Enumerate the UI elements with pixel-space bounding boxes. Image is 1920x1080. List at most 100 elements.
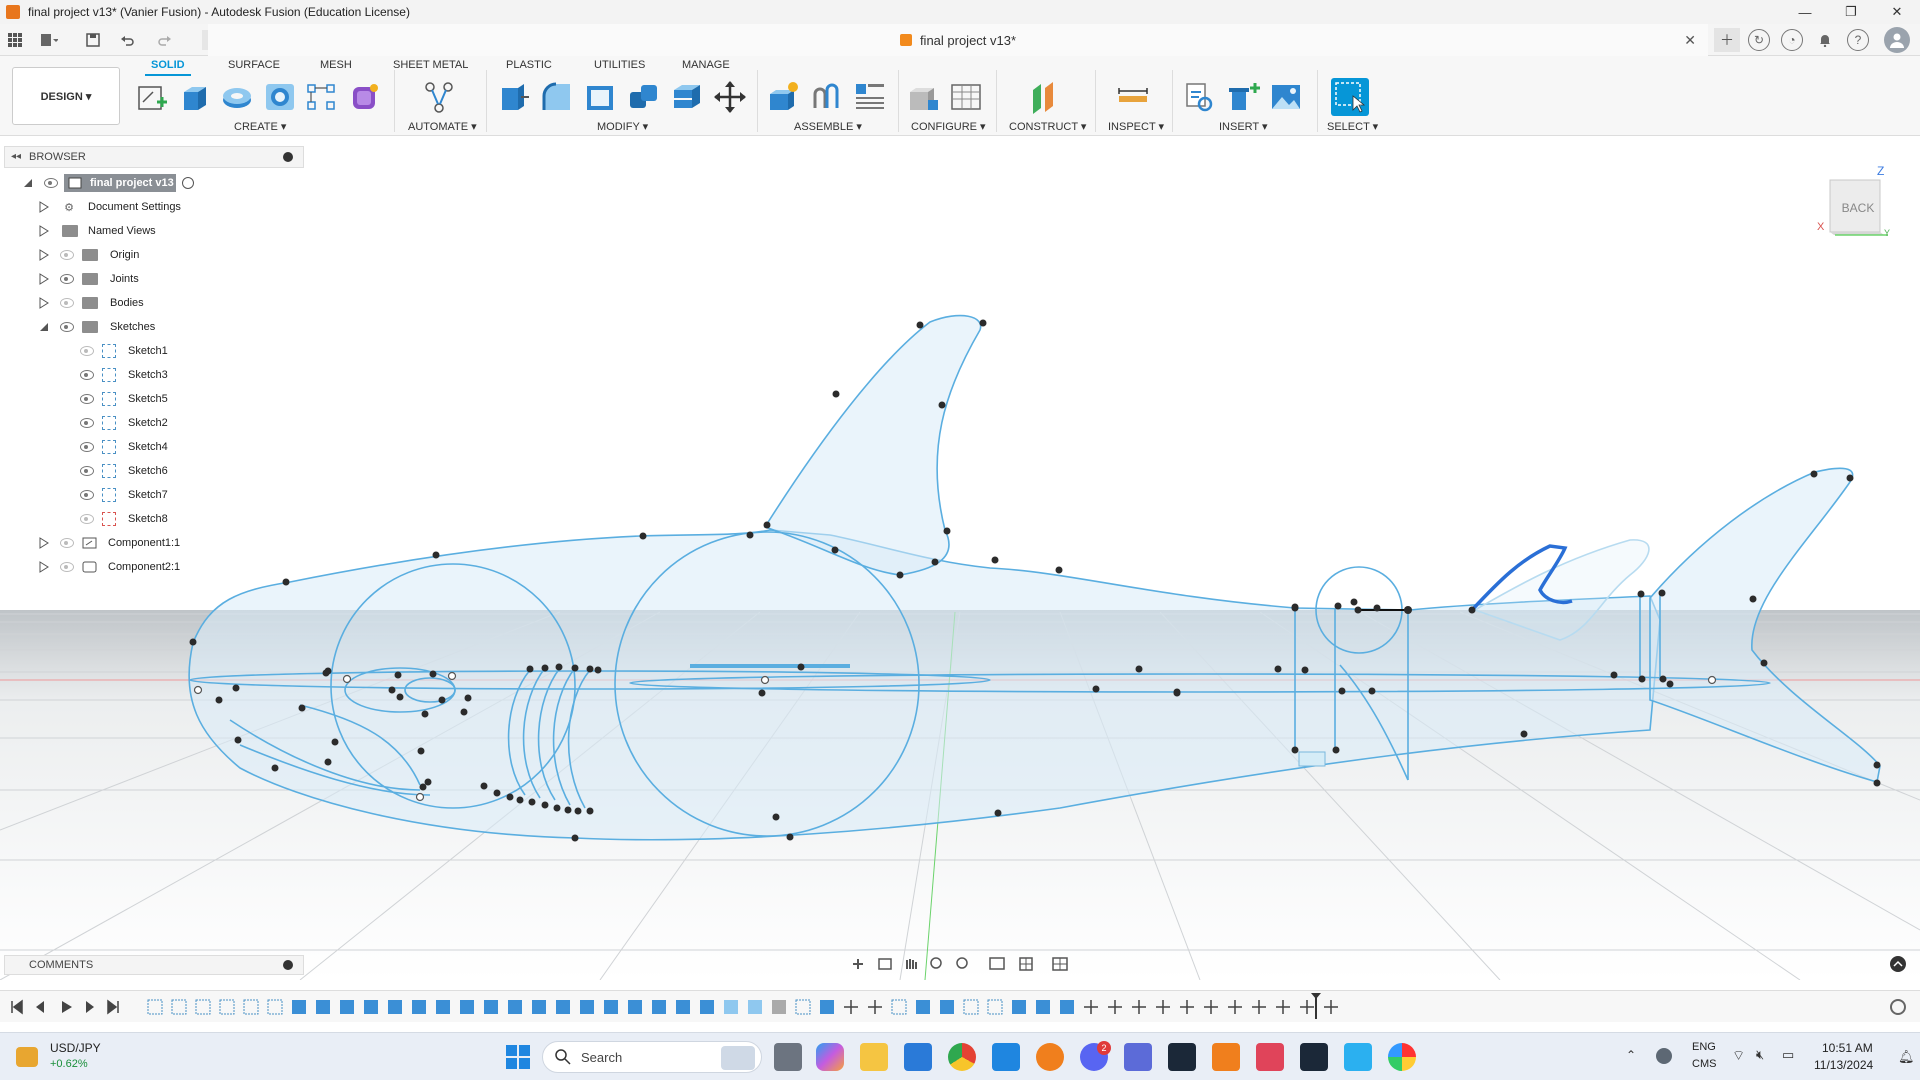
browser-item-sketch8[interactable]: Sketch8 bbox=[80, 509, 168, 529]
visibility-eye-icon[interactable] bbox=[60, 322, 74, 332]
timeline-feature-extrude[interactable] bbox=[532, 1000, 546, 1014]
minimize-button[interactable]: — bbox=[1782, 0, 1828, 24]
hidden-eye-icon[interactable] bbox=[80, 514, 94, 524]
save-icon[interactable] bbox=[82, 30, 104, 50]
comments-panel[interactable]: COMMENTS bbox=[4, 955, 304, 975]
browser-root-row[interactable]: final project v13 bbox=[22, 173, 194, 193]
bill-of-materials-icon[interactable] bbox=[852, 80, 886, 114]
combine-icon[interactable] bbox=[627, 80, 661, 114]
timeline-feature-sketch[interactable] bbox=[795, 999, 811, 1015]
root-component[interactable]: final project v13 bbox=[64, 174, 176, 192]
timeline-settings-gear-icon[interactable] bbox=[1890, 999, 1906, 1015]
tray-overflow-icon[interactable]: ⌃ bbox=[1626, 1048, 1636, 1062]
move-icon[interactable] bbox=[713, 80, 747, 114]
insert-mcmaster-icon[interactable] bbox=[1226, 80, 1260, 114]
collapsed-triangle-icon[interactable] bbox=[38, 297, 50, 309]
new-tab-icon[interactable]: ＋ bbox=[1714, 28, 1740, 52]
taskbar-search[interactable]: Search bbox=[542, 1041, 762, 1073]
maximize-button[interactable]: ❐ bbox=[1828, 0, 1874, 24]
timeline-features[interactable] bbox=[147, 999, 1338, 1015]
visibility-eye-icon[interactable] bbox=[60, 274, 74, 284]
close-window-button[interactable]: ✕ bbox=[1874, 0, 1920, 24]
visibility-eye-icon[interactable] bbox=[80, 418, 94, 428]
timeline-feature-sketch[interactable] bbox=[963, 999, 979, 1015]
new-component-icon[interactable] bbox=[766, 80, 800, 114]
file-menu-icon[interactable] bbox=[38, 30, 60, 50]
chrome-icon[interactable] bbox=[948, 1043, 976, 1071]
configure-icon[interactable] bbox=[906, 80, 940, 114]
job-status-icon[interactable]: ◔ bbox=[1781, 29, 1803, 51]
insert-derive-icon[interactable] bbox=[1183, 80, 1217, 114]
notification-bell-icon[interactable]: 🔔︎ bbox=[1898, 1049, 1915, 1065]
hidden-eye-icon[interactable] bbox=[60, 250, 74, 260]
browser-item-origin[interactable]: Origin bbox=[38, 245, 139, 265]
assemble-menu[interactable]: ASSEMBLE ▾ bbox=[794, 120, 862, 133]
browser-item-sketches[interactable]: Sketches bbox=[38, 317, 155, 337]
browser-item-sketch5[interactable]: Sketch5 bbox=[80, 389, 168, 409]
expanded-triangle-icon[interactable] bbox=[22, 177, 34, 189]
visibility-eye-icon[interactable] bbox=[80, 466, 94, 476]
timeline-feature-extrude[interactable] bbox=[604, 1000, 618, 1014]
automate-menu[interactable]: AUTOMATE ▾ bbox=[408, 120, 477, 133]
configuration-table-icon[interactable] bbox=[949, 80, 983, 114]
timeline-feature-extrude[interactable] bbox=[580, 1000, 594, 1014]
timeline-feature-extrude[interactable] bbox=[628, 1000, 642, 1014]
battery-icon[interactable]: ▭ bbox=[1782, 1047, 1794, 1063]
browser-item-sketch2[interactable]: Sketch2 bbox=[80, 413, 168, 433]
step-back-icon[interactable] bbox=[36, 1001, 44, 1013]
redo-icon[interactable] bbox=[154, 30, 176, 50]
timeline-feature-joint[interactable] bbox=[772, 1000, 786, 1014]
revolve-icon[interactable] bbox=[220, 80, 254, 114]
text-commands-icon[interactable] bbox=[1890, 956, 1906, 972]
create-menu[interactable]: CREATE ▾ bbox=[234, 120, 286, 133]
timeline-feature-sketch[interactable] bbox=[243, 999, 259, 1015]
user-avatar[interactable] bbox=[1884, 27, 1910, 53]
tab-plastic[interactable]: PLASTIC bbox=[506, 59, 552, 71]
activate-radio-icon[interactable] bbox=[182, 177, 194, 189]
undo-icon[interactable] bbox=[116, 30, 138, 50]
browser-header[interactable]: ◂◂ BROWSER bbox=[4, 146, 304, 168]
speaker-muted-icon[interactable]: 🔇︎ bbox=[1756, 1047, 1764, 1063]
hidden-eye-icon[interactable] bbox=[60, 538, 74, 548]
play-icon[interactable] bbox=[62, 1001, 72, 1013]
app-grid-icon[interactable] bbox=[4, 30, 26, 50]
clock-time[interactable]: 10:51 AM bbox=[1822, 1041, 1873, 1055]
wifi-icon[interactable]: ⌔ bbox=[1732, 1047, 1745, 1065]
ticker-name[interactable]: USD/JPY bbox=[50, 1041, 101, 1055]
visibility-eye-icon[interactable] bbox=[80, 394, 94, 404]
blender-icon[interactable] bbox=[1036, 1043, 1064, 1071]
timeline-feature-extrude[interactable] bbox=[340, 1000, 354, 1014]
collapsed-triangle-icon[interactable] bbox=[38, 561, 50, 573]
timeline-feature-extrude[interactable] bbox=[1060, 1000, 1074, 1014]
step-forward-icon[interactable] bbox=[86, 1001, 94, 1013]
pattern-icon[interactable] bbox=[305, 80, 339, 114]
viewcube-face-label[interactable]: BACK bbox=[1842, 201, 1875, 215]
vscode-icon[interactable] bbox=[992, 1043, 1020, 1071]
visibility-eye-icon[interactable] bbox=[80, 490, 94, 500]
timeline-feature-extrude[interactable] bbox=[652, 1000, 666, 1014]
timeline-feature-sketch[interactable] bbox=[171, 999, 187, 1015]
collapsed-triangle-icon[interactable] bbox=[38, 273, 50, 285]
collapsed-triangle-icon[interactable] bbox=[38, 201, 50, 213]
timeline-feature-extrude[interactable] bbox=[676, 1000, 690, 1014]
browser-item-sketch7[interactable]: Sketch7 bbox=[80, 485, 168, 505]
browser-item-sketch4[interactable]: Sketch4 bbox=[80, 437, 168, 457]
browser-item-component2[interactable]: Component2:1 bbox=[38, 557, 180, 577]
copilot-icon[interactable] bbox=[816, 1043, 844, 1071]
timeline-feature-sketch[interactable] bbox=[147, 999, 163, 1015]
offset-plane-icon[interactable] bbox=[1027, 80, 1061, 114]
microsoft-store-icon[interactable] bbox=[904, 1043, 932, 1071]
timeline-feature-extrude[interactable] bbox=[1036, 1000, 1050, 1014]
hole-icon[interactable] bbox=[263, 80, 297, 114]
file-explorer-icon[interactable] bbox=[860, 1043, 888, 1071]
timeline-feature-sketch[interactable] bbox=[219, 999, 235, 1015]
browser-item-sketch1[interactable]: Sketch1 bbox=[80, 341, 168, 361]
language-top[interactable]: ENG bbox=[1692, 1041, 1716, 1053]
visibility-eye-icon[interactable] bbox=[80, 442, 94, 452]
timeline-feature-sketch[interactable] bbox=[267, 999, 283, 1015]
automate-icon[interactable] bbox=[422, 80, 456, 114]
insert-canvas-icon[interactable] bbox=[1269, 80, 1303, 114]
extrude-icon[interactable] bbox=[178, 80, 212, 114]
tab-mesh[interactable]: MESH bbox=[320, 59, 352, 71]
timeline-feature-sketch[interactable] bbox=[891, 999, 907, 1015]
